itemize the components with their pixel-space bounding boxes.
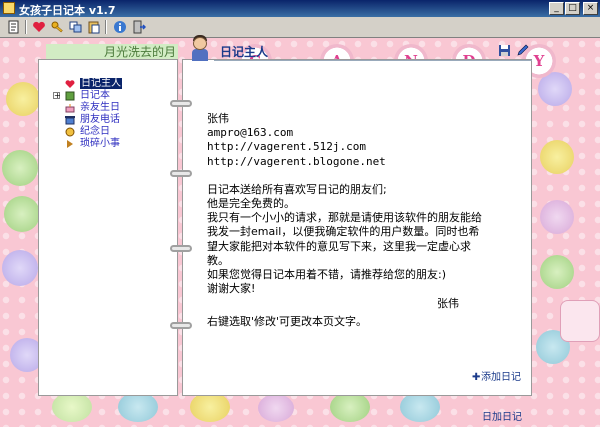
owner-email: ampro@163.com [207,126,294,140]
copy-icon[interactable] [69,20,83,34]
owner-avatar [190,35,210,61]
body-line: 日记本送给所有喜欢写日记的朋友们; [207,182,387,196]
tree-item-diary[interactable]: + 日记本 [52,90,122,102]
cake-icon [64,103,75,113]
tree-item-phones[interactable]: 朋友电话 [52,114,122,126]
tree-item-label: 纪念日 [80,126,110,137]
cup-decoration [560,300,600,342]
tree-item-owner[interactable]: 日记主人 [52,78,122,90]
body-line: 他是完全免费的。 [207,197,295,211]
header-divider [214,60,532,61]
page-title: 日记主人 [220,45,269,59]
puff-decoration [4,196,40,232]
app-icon [3,2,15,14]
tree-item-label: 朋友电话 [80,114,120,125]
puff-decoration [52,392,92,422]
binder-ring [170,100,192,107]
toolbar-separator [25,20,27,34]
puff-decoration [2,250,38,286]
diary-content[interactable]: 张伟 ampro@163.com http://vagerent.512j.co… [207,112,525,296]
body-line: 教。 [207,253,229,267]
key-icon[interactable] [51,20,65,34]
tree-item-trivia[interactable]: 琐碎小事 [52,138,122,150]
phone-icon [64,115,75,125]
edit-pen-icon[interactable] [516,44,529,57]
arrow-icon [64,139,75,149]
add-diary-link[interactable]: ✚添加日记 [472,368,521,383]
toolbar-separator [105,20,107,34]
puff-decoration [258,394,294,422]
tree-item-anniversaries[interactable]: 纪念日 [52,126,122,138]
info-icon[interactable] [113,20,127,34]
save-icon[interactable] [498,44,511,57]
nav-tree: 日记主人 + 日记本 亲友生日 朋友电话 纪念日 琐碎小事 [52,78,122,150]
puff-decoration [2,150,38,186]
edit-hint: 右键选取'修改'可更改本页文字。 [207,315,368,328]
tree-item-label: 亲友生日 [80,102,120,113]
puff-decoration [400,392,440,422]
puff-decoration [540,255,574,289]
exit-icon[interactable] [132,20,147,34]
puff-decoration [6,82,40,116]
puff-decoration [190,392,230,422]
toolbar [0,17,600,38]
bottom-add-diary-link[interactable]: 日加日记 [482,408,522,423]
body-line: 望大家能把对本软件的意见写下来，这里我一定虚心求 [207,239,471,253]
tree-item-label: 琐碎小事 [80,138,120,149]
owner-name: 张伟 [207,112,229,125]
maximize-button[interactable]: □ [565,2,580,15]
close-button[interactable]: × [583,2,598,15]
owner-url: http://vagerent.512j.com [207,140,366,154]
tree-item-label: 日记本 [80,90,110,101]
tree-item-birthdays[interactable]: 亲友生日 [52,102,122,114]
puff-decoration [118,392,158,422]
add-diary-label: 添加日记 [481,372,521,383]
body-line: 如果您觉得日记本用着不错，请推荐给您的朋友:) [207,268,446,282]
binder-ring [170,322,192,329]
heart-icon[interactable] [32,20,46,34]
expand-toggle[interactable]: + [53,92,61,100]
body-line: 我发一封email，以便我确定软件的用户数量。同时也希 [207,225,480,239]
plus-icon: ✚ [472,372,481,383]
tree-item-label: 日记主人 [80,78,122,89]
heart-icon [64,79,75,89]
book-icon [64,91,75,101]
body-line: 我只有一个小小的请求，那就是请使用该软件的朋友能给 [207,211,482,225]
puff-decoration [540,200,574,234]
puff-decoration [330,392,370,422]
window-title: 女孩子日记本 v1.7 [19,4,116,17]
owner-url: http://vagerent.blogone.net [207,154,386,168]
binder-ring [170,170,192,177]
binder-ring [170,245,192,252]
notebook-icon[interactable] [7,20,21,34]
anniversary-icon [64,127,75,137]
signature: 张伟 [437,297,459,310]
paste-icon[interactable] [87,20,101,34]
title-bar[interactable]: 女孩子日记本 v1.7 _ □ × [0,0,600,17]
puff-decoration [540,140,574,174]
minimize-button[interactable]: _ [549,2,564,15]
body-line: 谢谢大家! [207,282,256,296]
